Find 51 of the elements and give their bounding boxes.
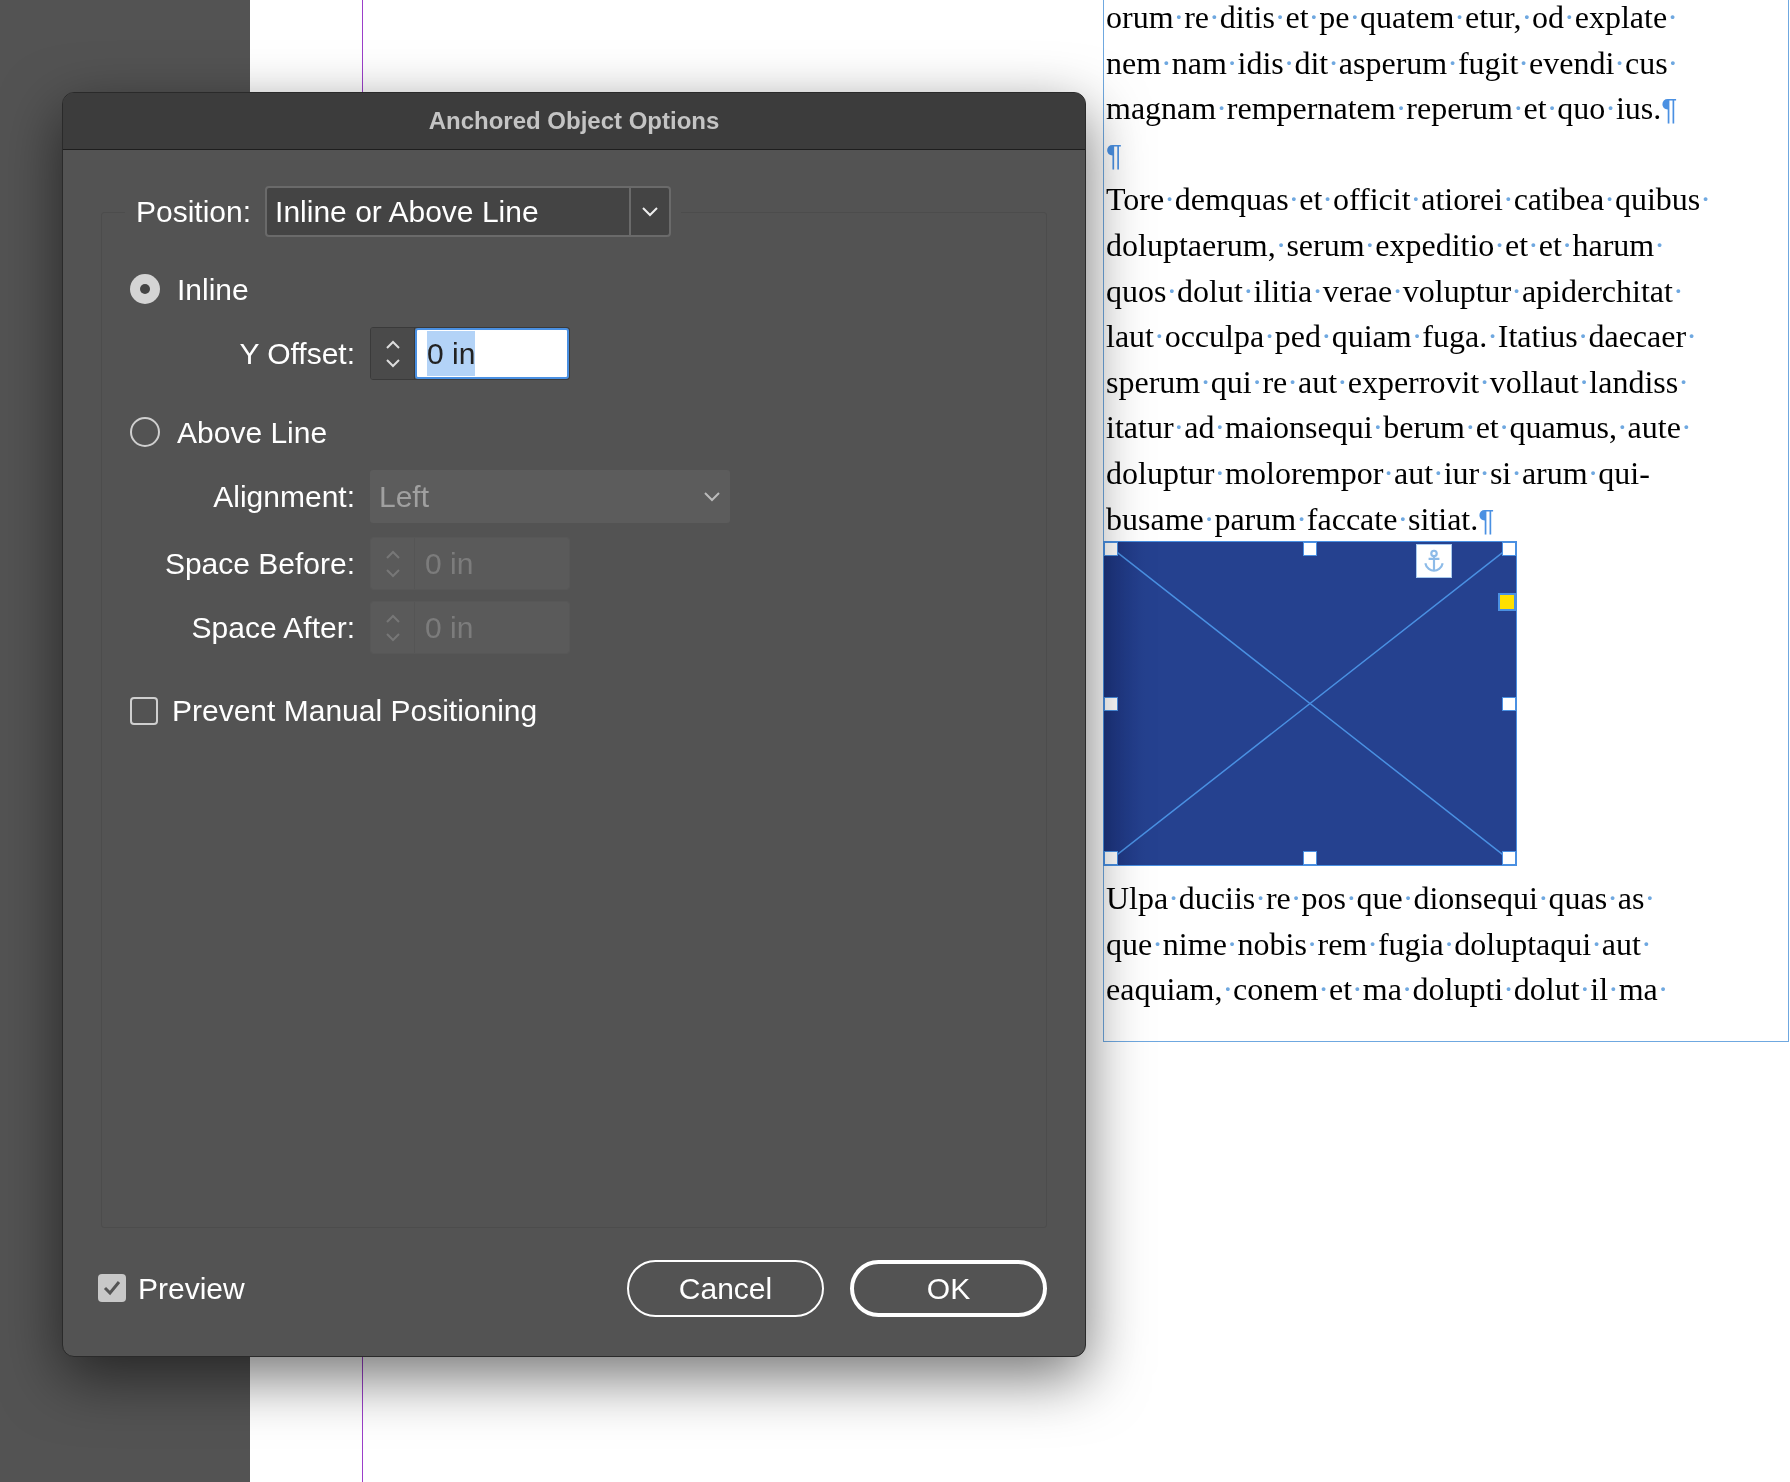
selection-handle[interactable] [1104, 542, 1118, 557]
selection-handle[interactable] [1303, 542, 1317, 557]
body-text-line: Ulpa·duciis·re·pos·que·dionsequi·quas·as· [1106, 879, 1656, 919]
ok-button[interactable]: OK [850, 1259, 1047, 1317]
field-label: Position: [136, 194, 252, 230]
field-label: Space After: [190, 610, 356, 646]
pilcrow-mark: ¶ [1106, 136, 1123, 173]
body-text-line: Tore·demquas·et·officit·atiorei·catibea·quibus· [1106, 180, 1711, 220]
anchor-marker[interactable] [1416, 544, 1452, 579]
body-text-line: doluptur·molorempor·aut·iur·si·arum·qui- [1106, 453, 1650, 493]
anchored-frame[interactable] [1104, 542, 1516, 866]
position-dropdown[interactable]: Inline or Above Line [265, 186, 672, 237]
stepper-button[interactable] [371, 328, 415, 379]
checkbox-label: Prevent Manual Positioning [172, 693, 538, 729]
selection-handle[interactable] [1502, 697, 1516, 712]
radio-label: Inline [177, 271, 249, 308]
chevron-down-icon [703, 490, 721, 503]
body-text-line: nem·nam·idis·dit·asperum·fugit·evendi·cus· [1106, 43, 1679, 83]
selection-handle[interactable] [1303, 851, 1317, 866]
pilcrow-mark: ¶ [1478, 501, 1495, 538]
radio-button[interactable] [130, 417, 160, 447]
corner-options-handle[interactable] [1498, 593, 1516, 612]
body-text-line: magnam·rempernatem·reperum·et·quo·ius. [1106, 89, 1662, 129]
body-text-line: sperum·qui·re·aut·experrovit·vollaut·landiss· [1106, 362, 1689, 402]
radio-label: Above Line [177, 414, 328, 451]
pilcrow-mark: ¶ [1661, 91, 1678, 128]
body-text-line: itatur·ad·maionsequi·berum·et·quamus,·aute· [1106, 408, 1692, 448]
field-label: Alignment: [212, 479, 356, 515]
checkbox[interactable] [98, 1274, 126, 1302]
cancel-button[interactable]: Cancel [627, 1259, 824, 1317]
field-label: Y Offset: [238, 336, 356, 372]
selection-handle[interactable] [1104, 697, 1118, 712]
checkbox[interactable] [130, 696, 158, 725]
body-text-line: eaquiam,·conem·et·ma·dolupti·dolut·il·ma· [1106, 970, 1669, 1010]
body-text-line: laut·occulpa·ped·quiam·fuga.·Itatius·daecaer· [1106, 317, 1697, 357]
window-title: Anchored Object Options [428, 106, 720, 136]
checkbox-label: Preview [138, 1270, 245, 1307]
field-label: Space Before: [163, 546, 356, 582]
body-text-line: doluptaerum,·serum·expeditio·et·et·harum· [1106, 225, 1665, 265]
body-text-line: busame·parum·faccate·sitiat. [1106, 499, 1479, 539]
body-text-line: quos·dolut·ilitia·verae·voluptur·apiderchitat· [1106, 271, 1684, 311]
number-field[interactable]: 0 in [415, 328, 569, 379]
body-text-line: orum·re·ditis·et·pe·quatem·etur,·od·explate· [1106, 0, 1678, 37]
chevron-down-icon [641, 205, 660, 218]
selection-handle[interactable] [1104, 851, 1118, 866]
anchor-icon [1421, 548, 1447, 575]
radio-button[interactable] [130, 274, 160, 304]
selection-handle[interactable] [1502, 542, 1516, 557]
selection-handle[interactable] [1502, 851, 1516, 866]
body-text-line: que·nime·nobis·rem·fugia·doluptaqui·aut· [1106, 924, 1652, 964]
checkmark-icon [102, 1278, 122, 1298]
